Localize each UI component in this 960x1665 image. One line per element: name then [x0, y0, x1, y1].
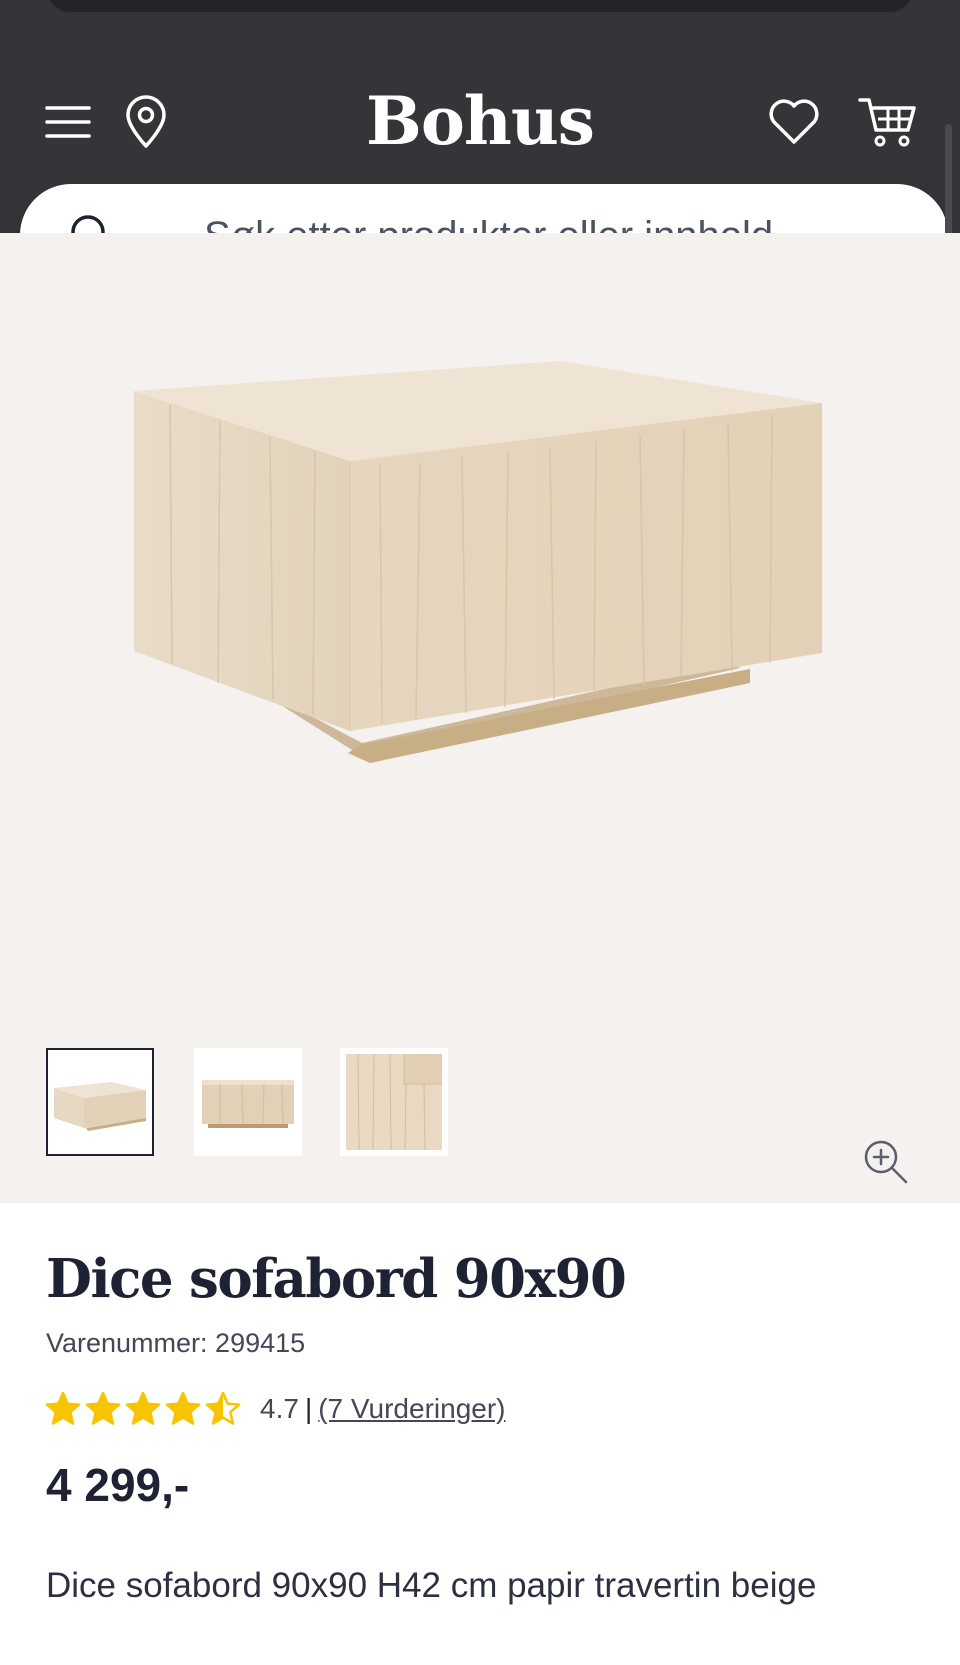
thumbnail-3[interactable] [340, 1048, 448, 1156]
star-full-icon [125, 1391, 161, 1425]
product-sku: Varenummer: 299415 [46, 1328, 306, 1358]
rating-stars [44, 1390, 244, 1428]
thumbnail-1[interactable] [46, 1048, 154, 1156]
product-price: 4 299,- [46, 1459, 190, 1511]
zoom-in-icon[interactable] [862, 1138, 910, 1186]
menu-icon[interactable] [40, 94, 96, 150]
location-icon[interactable] [116, 92, 176, 152]
product-description: Dice sofabord 90x90 H42 cm papir travert… [46, 1566, 817, 1605]
product-rating: 4.7 | (7 Vurderinger) [44, 1388, 505, 1430]
product-title: Dice sofabord 90x90 [46, 1248, 627, 1310]
browser-address-bar [48, 0, 912, 12]
bohus-logo[interactable]: Bohus [300, 82, 660, 160]
star-half-icon [205, 1391, 241, 1425]
rating-value: 4.7 [260, 1393, 299, 1424]
star-full-icon [165, 1391, 201, 1425]
star-full-icon [45, 1391, 81, 1425]
thumbnail-2[interactable] [194, 1048, 302, 1156]
star-full-icon [85, 1391, 121, 1425]
heart-icon[interactable] [762, 92, 826, 152]
cart-icon[interactable] [852, 90, 922, 154]
rating-separator: | [304, 1393, 313, 1424]
main-product-image[interactable] [110, 353, 840, 803]
reviews-link[interactable]: (7 Vurderinger) [318, 1393, 505, 1425]
